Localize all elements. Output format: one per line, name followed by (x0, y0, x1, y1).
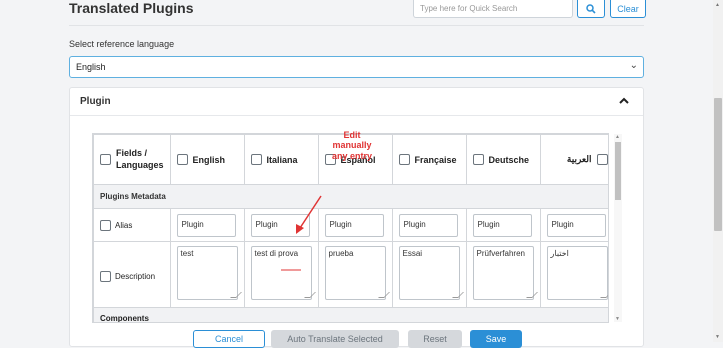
language-label: Deutsche (488, 154, 530, 165)
alias-label: Alias (115, 220, 133, 230)
title-divider (69, 25, 644, 26)
scroll-down-icon[interactable]: ▼ (615, 316, 620, 322)
alias-input-spanish[interactable]: Plugin (324, 213, 384, 237)
magnifier-icon (586, 3, 596, 14)
chevron-down-icon: ⌄ (629, 60, 638, 71)
scroll-up-icon[interactable]: ▲ (615, 134, 620, 140)
chevron-up-icon[interactable] (617, 94, 631, 108)
alias-row-label: Alias (93, 208, 171, 242)
checkbox-english[interactable] (176, 154, 188, 165)
page-scrollbar[interactable]: ▲ ▼ (713, 0, 723, 342)
reference-language-label: Select reference language (69, 39, 175, 49)
translation-grid: Fields / Languages English Italiana Españ… (92, 133, 609, 323)
plugin-card-header[interactable]: Plugin (70, 88, 643, 116)
components-section: Components (93, 307, 608, 322)
description-textarea-spanish[interactable]: prueba (324, 246, 390, 300)
save-button[interactable]: Save (470, 330, 522, 348)
alias-input-french[interactable]: Plugin (398, 213, 458, 237)
language-label: Française (414, 154, 457, 165)
language-header-italian: Italiana (243, 134, 319, 185)
resize-grip-icon[interactable] (303, 292, 316, 298)
fields-languages-header: Fields / Languages (93, 134, 171, 185)
checkbox-german[interactable] (472, 154, 484, 165)
grid-scrollbar[interactable]: ▲ ▼ (614, 134, 622, 322)
fields-languages-label: Fields / Languages (116, 147, 164, 170)
language-label: العربية (566, 154, 592, 164)
resize-grip-icon[interactable] (451, 292, 464, 298)
language-header-french: Française (391, 134, 467, 185)
plugin-card: Plugin Fields / Languages English Italia… (69, 87, 644, 347)
select-all-checkbox[interactable] (100, 154, 111, 165)
search-button[interactable] (577, 0, 605, 18)
page-scrollbar-thumb[interactable] (714, 98, 722, 231)
reference-language-select[interactable]: English ⌄ (69, 56, 644, 78)
quick-search-input[interactable]: Type here for Quick Search (413, 0, 573, 18)
clear-button[interactable]: Clear (610, 0, 646, 18)
description-textarea-german[interactable]: Prüfverfahren (472, 246, 538, 300)
language-label: English (192, 154, 226, 165)
reset-button[interactable]: Reset (408, 330, 462, 348)
scroll-down-icon[interactable]: ▼ (715, 334, 720, 340)
auto-translate-button[interactable]: Auto Translate Selected (271, 330, 399, 348)
description-checkbox[interactable] (100, 271, 111, 282)
checkbox-french[interactable] (398, 154, 410, 165)
description-textarea-italian[interactable]: test di prova (250, 246, 316, 300)
cancel-button[interactable]: Cancel (193, 330, 265, 348)
alias-input-english[interactable]: Plugin (176, 213, 236, 237)
language-header-english: English (169, 134, 245, 185)
resize-grip-icon[interactable] (377, 292, 390, 298)
plugin-section-title: Plugin (80, 96, 111, 107)
plugins-metadata-section: Plugins Metadata (93, 184, 608, 209)
language-header-arabic: العربية (539, 134, 608, 185)
alias-input-arabic[interactable]: Plugin (546, 213, 606, 237)
language-label: Italiana (266, 154, 298, 165)
alias-checkbox[interactable] (100, 219, 111, 231)
checkbox-italian[interactable] (250, 154, 262, 165)
resize-grip-icon[interactable] (525, 292, 538, 298)
reference-language-value: English (76, 62, 106, 72)
grid-scrollbar-thumb[interactable] (615, 142, 621, 200)
description-textarea-french[interactable]: Essai (398, 246, 464, 300)
language-header-german: Deutsche (465, 134, 541, 185)
description-textarea-english[interactable]: test (176, 246, 242, 300)
description-textarea-arabic[interactable]: اختبار (546, 246, 608, 300)
resize-grip-icon[interactable] (599, 292, 608, 298)
description-label: Description (115, 272, 156, 281)
alias-input-german[interactable]: Plugin (472, 213, 532, 237)
alias-input-italian[interactable]: Plugin (250, 213, 310, 237)
resize-grip-icon[interactable] (229, 292, 242, 298)
page-title: Translated Plugins (69, 0, 194, 16)
edit-annotation: Edit manually any entry (331, 130, 373, 161)
description-row-label: Description (93, 241, 171, 308)
checkbox-arabic[interactable] (596, 154, 608, 165)
scroll-up-icon[interactable]: ▲ (715, 2, 720, 8)
